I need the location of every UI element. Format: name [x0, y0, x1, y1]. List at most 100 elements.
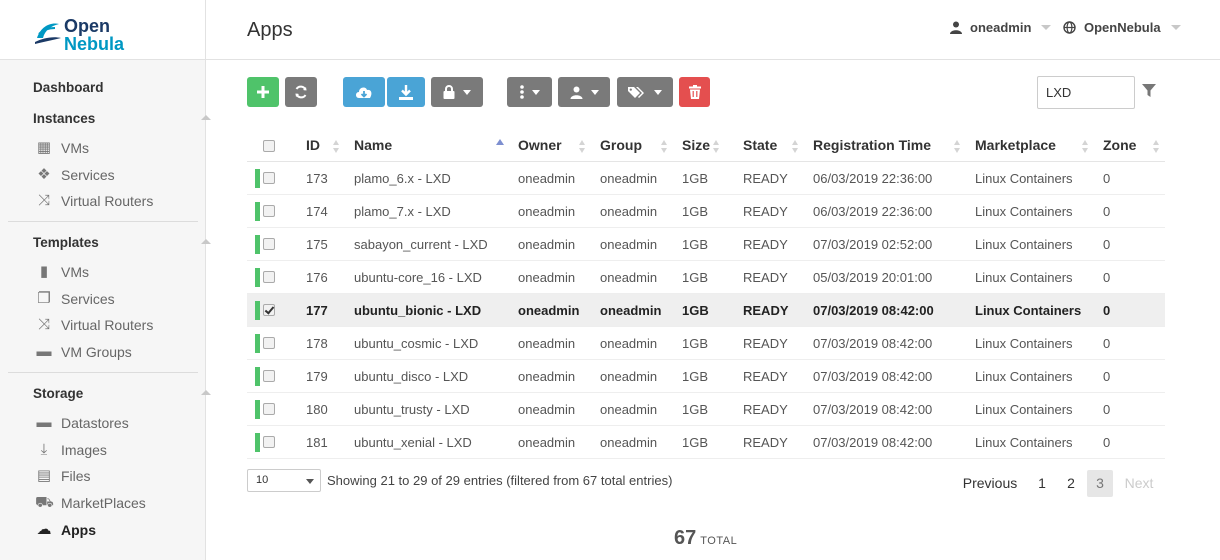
- column-header-id[interactable]: ID: [306, 137, 320, 153]
- cell-id: 181: [306, 435, 328, 450]
- table-row[interactable]: 181 ubuntu_xenial - LXD oneadmin oneadmin 1G…: [247, 426, 1165, 459]
- cell-group: oneadmin: [600, 336, 658, 351]
- column-header-group[interactable]: Group: [600, 137, 642, 153]
- more-actions-button[interactable]: [507, 77, 552, 107]
- ownership-menu-button[interactable]: [558, 77, 610, 107]
- tags-icon: [628, 86, 644, 98]
- cell-size: 1GB: [682, 435, 709, 450]
- cell-owner: oneadmin: [518, 369, 576, 384]
- cell-name: ubuntu_cosmic - LXD: [354, 336, 479, 351]
- row-checkbox[interactable]: [263, 172, 275, 184]
- sidebar-section-label: Instances: [33, 111, 96, 126]
- row-checkbox[interactable]: [263, 436, 275, 448]
- table-row[interactable]: 173 plamo_6.x - LXD oneadmin oneadmin 1GB REA…: [247, 162, 1165, 195]
- sidebar-section-templates[interactable]: Templates: [33, 231, 239, 255]
- status-indicator: [255, 202, 260, 221]
- sidebar-item-images[interactable]: ⤓ Images: [35, 438, 241, 462]
- cell-marketplace: Linux Containers: [975, 237, 1073, 252]
- cell-owner: oneadmin: [518, 402, 576, 417]
- page-size-select[interactable]: 10: [247, 469, 321, 492]
- table-row[interactable]: 175 sabayon_current - LXD oneadmin oneadmin…: [247, 228, 1165, 261]
- sidebar-item-instances-services[interactable]: ❖ Services: [35, 163, 241, 187]
- sidebar-item-dashboard[interactable]: Dashboard: [33, 76, 239, 100]
- logo[interactable]: Open Nebula: [0, 0, 206, 60]
- zone-menu[interactable]: OpenNebula: [1063, 20, 1181, 35]
- sidebar-item-apps[interactable]: ☁ Apps: [35, 518, 241, 542]
- sidebar-item-files[interactable]: ▤ Files: [35, 464, 241, 488]
- row-checkbox[interactable]: [263, 205, 275, 217]
- status-indicator: [255, 169, 260, 188]
- column-header-marketplace[interactable]: Marketplace: [975, 137, 1056, 153]
- cloud-download-icon: [356, 87, 372, 98]
- lock-menu-button[interactable]: [431, 77, 483, 107]
- sidebar-item-templates-services[interactable]: ❐ Services: [35, 287, 241, 311]
- table-row[interactable]: 180 ubuntu_trusty - LXD oneadmin oneadmin 1G…: [247, 393, 1165, 426]
- column-header-size[interactable]: Size: [682, 137, 710, 153]
- filter-icon[interactable]: [1142, 84, 1156, 98]
- row-checkbox[interactable]: [263, 370, 275, 382]
- cell-state: READY: [743, 270, 788, 285]
- column-header-owner[interactable]: Owner: [518, 137, 562, 153]
- labels-menu-button[interactable]: [617, 77, 673, 107]
- select-all-checkbox[interactable]: [263, 140, 275, 152]
- sidebar-item-templates-virtual-routers[interactable]: ⤨ Virtual Routers: [35, 313, 241, 337]
- refresh-button[interactable]: [285, 77, 317, 107]
- cell-id: 177: [306, 303, 328, 318]
- pagination-page-3[interactable]: 3: [1087, 470, 1113, 497]
- pagination-previous[interactable]: Previous: [955, 470, 1025, 497]
- sort-icon: [954, 140, 960, 154]
- pagination-next[interactable]: Next: [1118, 470, 1160, 497]
- table-row[interactable]: 174 plamo_7.x - LXD oneadmin oneadmin 1GB REA…: [247, 195, 1165, 228]
- column-header-state[interactable]: State: [743, 137, 777, 153]
- user-menu[interactable]: oneadmin: [950, 20, 1052, 35]
- logo-text-open: Open: [64, 16, 111, 36]
- table-row[interactable]: 178 ubuntu_cosmic - LXD oneadmin oneadmin 1G…: [247, 327, 1165, 360]
- status-indicator: [255, 367, 260, 386]
- page-title: Apps: [247, 19, 293, 41]
- row-checkbox[interactable]: [263, 304, 275, 316]
- download-button[interactable]: [387, 77, 425, 107]
- table-row[interactable]: 177 ubuntu_bionic - LXD oneadmin oneadmin 1G…: [247, 294, 1165, 327]
- collapse-caret-icon: [201, 390, 211, 395]
- sidebar-item-datastores[interactable]: ▬ Datastores: [35, 411, 241, 435]
- row-checkbox[interactable]: [263, 238, 275, 250]
- sidebar-item-marketplaces[interactable]: ⛟ MarketPlaces: [35, 491, 241, 515]
- refresh-icon: [295, 85, 307, 99]
- row-checkbox[interactable]: [263, 337, 275, 349]
- sidebar-item-templates-vms[interactable]: ▮ VMs: [35, 260, 241, 284]
- sort-asc-icon: [496, 139, 504, 145]
- create-button[interactable]: [247, 77, 279, 107]
- sidebar-section-instances[interactable]: Instances: [33, 107, 239, 131]
- sidebar-item-label: Datastores: [61, 415, 129, 431]
- chevron-down-icon: [590, 89, 599, 95]
- folder-open-icon: ▬: [36, 414, 52, 431]
- sidebar-section-storage[interactable]: Storage: [33, 382, 239, 406]
- cell-state: READY: [743, 435, 788, 450]
- cell-zone: 0: [1103, 270, 1111, 285]
- cell-id: 173: [306, 171, 328, 186]
- search-input[interactable]: LXD: [1037, 76, 1135, 109]
- column-header-zone[interactable]: Zone: [1103, 137, 1136, 153]
- sidebar-item-label: Apps: [61, 522, 96, 538]
- row-checkbox[interactable]: [263, 271, 275, 283]
- cell-name: ubuntu_disco - LXD: [354, 369, 469, 384]
- cell-id: 176: [306, 270, 328, 285]
- table-row[interactable]: 176 ubuntu-core_16 - LXD oneadmin oneadmin 1…: [247, 261, 1165, 294]
- column-header-registration-time[interactable]: Registration Time: [813, 137, 931, 153]
- row-checkbox[interactable]: [263, 403, 275, 415]
- column-header-name[interactable]: Name: [354, 137, 392, 153]
- pagination-page-2[interactable]: 2: [1058, 470, 1084, 497]
- table-row[interactable]: 179 ubuntu_disco - LXD oneadmin oneadmin 1GB…: [247, 360, 1165, 393]
- sidebar-item-templates-vm-groups[interactable]: ▬ VM Groups: [35, 340, 241, 364]
- sidebar-item-instances-virtual-routers[interactable]: ⤨ Virtual Routers: [35, 189, 241, 213]
- cell-name: ubuntu_bionic - LXD: [354, 303, 482, 318]
- sidebar-item-instances-vms[interactable]: ▦ VMs: [35, 136, 241, 160]
- total-count: 67: [674, 527, 697, 549]
- delete-button[interactable]: [679, 77, 710, 107]
- cell-zone: 0: [1103, 237, 1111, 252]
- pagination-page-1[interactable]: 1: [1030, 470, 1054, 497]
- export-to-cloud-button[interactable]: [343, 77, 385, 107]
- sidebar-item-label: Virtual Routers: [61, 193, 154, 209]
- cell-zone: 0: [1103, 171, 1111, 186]
- cell-state: READY: [743, 204, 788, 219]
